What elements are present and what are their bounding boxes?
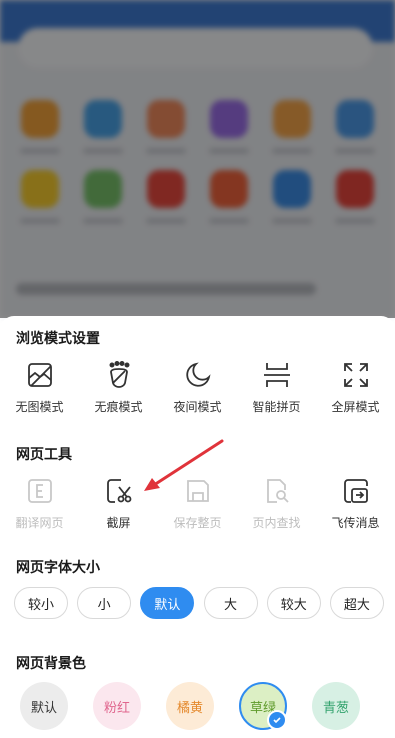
- send-message-icon: [343, 479, 368, 503]
- moon-icon: [185, 362, 210, 387]
- browse-mode-label: 夜间模式: [173, 400, 222, 414]
- bg-color-label: 粉红: [103, 700, 130, 716]
- translate-icon: [27, 479, 52, 503]
- font-size-option[interactable]: 超大: [329, 587, 384, 619]
- font-size-options: 较小 小 默认 大 较大 超大: [14, 587, 384, 619]
- no-image-mode-button[interactable]: 无图模式: [0, 360, 79, 415]
- browse-mode-row: 无图模式 无痕模式 夜间模式 智能拼页 全屏模式: [0, 360, 395, 415]
- web-tools-title: 网页工具: [16, 447, 72, 463]
- font-size-title: 网页字体大小: [16, 560, 100, 576]
- selected-check-icon: [267, 710, 287, 730]
- page-join-icon: [263, 363, 290, 387]
- bg-color-green[interactable]: 草绿: [239, 682, 287, 730]
- bg-color-label: 橘黄: [176, 700, 203, 716]
- fullscreen-icon: [343, 363, 368, 387]
- bg-color-label: 青葱: [322, 700, 349, 716]
- bg-color-teal[interactable]: 青葱: [312, 682, 360, 730]
- browse-mode-label: 全屏模式: [331, 400, 380, 414]
- settings-sheet: 浏览模式设置 无图模式 无痕模式 夜间模式 智能拼页 全屏模式 网页工具 翻译网…: [0, 316, 395, 738]
- font-size-option[interactable]: 较小: [14, 587, 68, 619]
- browse-mode-label: 智能拼页: [252, 400, 301, 414]
- bg-color-default[interactable]: 默认: [20, 682, 68, 730]
- fullscreen-mode-button[interactable]: 全屏模式: [316, 360, 395, 415]
- web-tool-label: 保存整页: [173, 516, 222, 530]
- web-tool-label: 飞传消息: [331, 516, 380, 530]
- font-size-option-selected[interactable]: 默认: [140, 587, 195, 619]
- browse-mode-title: 浏览模式设置: [16, 331, 100, 347]
- background-color-options: 默认 粉红 橘黄 草绿 青葱: [20, 682, 360, 730]
- bg-color-orange[interactable]: 橘黄: [166, 682, 214, 730]
- web-tool-label: 页内查找: [252, 516, 301, 530]
- background-color-title: 网页背景色: [16, 656, 86, 672]
- browse-mode-label: 无图模式: [15, 400, 64, 414]
- no-image-icon: [27, 363, 52, 387]
- night-mode-button[interactable]: 夜间模式: [158, 360, 237, 415]
- web-tool-label: 翻译网页: [15, 516, 64, 530]
- screenshot-icon: [106, 479, 131, 503]
- find-in-page-icon: [266, 479, 289, 503]
- annotation-arrow: [144, 439, 224, 491]
- web-tool-label: 截屏: [106, 516, 131, 530]
- font-size-option[interactable]: 大: [203, 587, 258, 619]
- smart-page-join-button[interactable]: 智能拼页: [237, 360, 316, 415]
- find-in-page-button[interactable]: 页内查找: [237, 476, 316, 531]
- font-size-option[interactable]: 较大: [266, 587, 321, 619]
- send-message-button[interactable]: 飞传消息: [316, 476, 395, 531]
- bg-color-pink[interactable]: 粉红: [93, 682, 141, 730]
- browse-mode-label: 无痕模式: [94, 400, 143, 414]
- dim-overlay[interactable]: [0, 0, 395, 318]
- incognito-mode-button[interactable]: 无痕模式: [79, 360, 158, 415]
- font-size-option[interactable]: 小: [77, 587, 132, 619]
- bg-color-label: 默认: [30, 700, 57, 716]
- footprint-icon: [109, 360, 129, 388]
- translate-page-button[interactable]: 翻译网页: [0, 476, 79, 531]
